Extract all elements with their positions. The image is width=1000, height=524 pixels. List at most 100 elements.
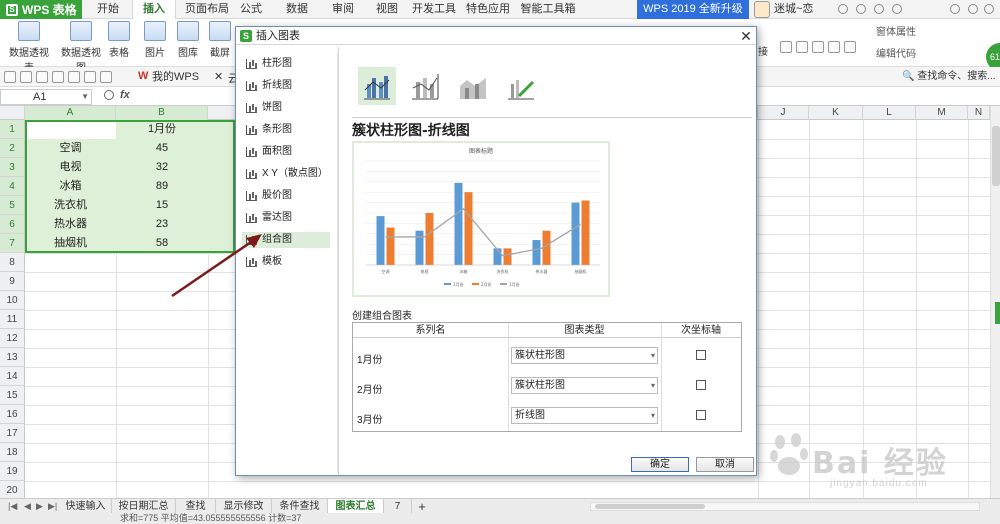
cell-name[interactable]: 洗衣机 bbox=[25, 196, 116, 215]
close-window-icon[interactable] bbox=[984, 4, 994, 14]
last-sheet-icon[interactable]: ▶| bbox=[48, 501, 57, 512]
side-panel-handle[interactable] bbox=[995, 302, 1000, 324]
select-all-corner[interactable] bbox=[0, 106, 25, 120]
cancel-button[interactable]: 取消 bbox=[696, 457, 754, 472]
row-header[interactable]: 13 bbox=[0, 348, 25, 367]
chart-type-line[interactable]: 折线图 bbox=[242, 78, 330, 94]
cell-value[interactable]: 32 bbox=[116, 158, 208, 177]
upgrade-banner[interactable]: WPS 2019 全新升级 bbox=[637, 0, 749, 19]
column-header-j[interactable]: J bbox=[758, 106, 809, 120]
save-icon[interactable] bbox=[20, 71, 32, 83]
scroll-thumb[interactable] bbox=[595, 504, 705, 509]
redo-icon[interactable] bbox=[84, 71, 96, 83]
sheet-tab[interactable]: 查找 bbox=[176, 499, 216, 514]
menu-tab-home[interactable]: 开始 bbox=[88, 0, 128, 19]
cell-value[interactable]: 15 bbox=[116, 196, 208, 215]
cell-value[interactable]: 58 bbox=[116, 234, 208, 253]
column-header-l[interactable]: L bbox=[863, 106, 916, 120]
row-header[interactable]: 20 bbox=[0, 481, 25, 498]
variant-clustered-column-line[interactable] bbox=[358, 67, 396, 105]
print-preview-icon[interactable] bbox=[52, 71, 64, 83]
row-header[interactable]: 14 bbox=[0, 367, 25, 386]
row-header[interactable]: 4 bbox=[0, 177, 25, 196]
chevron-down-icon[interactable] bbox=[100, 71, 112, 83]
username[interactable]: 迷城~恋 bbox=[774, 0, 813, 19]
series-type-select[interactable]: 簇状柱形图 ▾ bbox=[511, 377, 658, 394]
next-sheet-icon[interactable]: ▶ bbox=[36, 501, 43, 512]
first-sheet-icon[interactable]: |◀ bbox=[8, 501, 17, 512]
menu-tab-insert[interactable]: 插入 bbox=[132, 0, 176, 20]
help-icon[interactable] bbox=[874, 4, 884, 14]
sheet-tab-active[interactable]: 图表汇总 bbox=[328, 499, 384, 514]
checkbox-control-icon[interactable] bbox=[828, 41, 840, 53]
row-header[interactable]: 7 bbox=[0, 234, 25, 253]
maximize-icon[interactable] bbox=[968, 4, 978, 14]
cell-name[interactable]: 电视 bbox=[25, 158, 116, 177]
cell-value[interactable]: 23 bbox=[116, 215, 208, 234]
undo-icon[interactable] bbox=[68, 71, 80, 83]
add-sheet-button[interactable]: + bbox=[412, 499, 432, 514]
partial-ribbon-button[interactable]: 接 bbox=[757, 43, 769, 58]
chart-type-radar[interactable]: 雷达图 bbox=[242, 210, 330, 226]
form-properties-button[interactable]: 窗体属性 bbox=[876, 23, 916, 38]
prev-sheet-icon[interactable]: ◀ bbox=[24, 501, 31, 512]
menu-tab-features[interactable]: 特色应用 bbox=[464, 0, 512, 19]
horizontal-scrollbar[interactable] bbox=[590, 502, 980, 511]
row-header[interactable]: 1 bbox=[0, 120, 25, 139]
column-header-m[interactable]: M bbox=[916, 106, 968, 120]
row-header[interactable]: 6 bbox=[0, 215, 25, 234]
gallery-button[interactable]: 图库 bbox=[174, 21, 202, 59]
menu-tab-page-layout[interactable]: 页面布局 bbox=[180, 0, 234, 19]
row-header[interactable]: 5 bbox=[0, 196, 25, 215]
chart-type-area[interactable]: 面积图 bbox=[242, 144, 330, 160]
series-type-select[interactable]: 簇状柱形图 ▾ bbox=[511, 347, 658, 364]
chart-type-column[interactable]: 柱形图 bbox=[242, 56, 330, 72]
fx-icon[interactable]: fx bbox=[120, 89, 130, 101]
column-header-n[interactable]: N bbox=[968, 106, 990, 120]
chart-type-combo[interactable]: 组合图 bbox=[242, 232, 330, 248]
menu-tab-view[interactable]: 视图 bbox=[372, 0, 402, 19]
close-icon[interactable]: ✕ bbox=[738, 28, 754, 44]
sheet-tab[interactable]: 按日期汇总 bbox=[112, 499, 176, 514]
variant-column-line-secondary[interactable] bbox=[406, 67, 444, 105]
secondary-axis-checkbox[interactable] bbox=[696, 410, 706, 420]
row-header[interactable]: 19 bbox=[0, 462, 25, 481]
sheet-tab[interactable]: 条件查找 bbox=[272, 499, 328, 514]
scroll-thumb[interactable] bbox=[992, 126, 1000, 186]
chart-type-pie[interactable]: 饼图 bbox=[242, 100, 330, 116]
series-type-select[interactable]: 折线图 ▾ bbox=[511, 407, 658, 424]
menu-tab-review[interactable]: 审阅 bbox=[328, 0, 358, 19]
row-header[interactable]: 3 bbox=[0, 158, 25, 177]
column-header-b[interactable]: B bbox=[116, 106, 208, 120]
sheet-tab[interactable]: 7 bbox=[384, 499, 412, 514]
cell-value[interactable]: 89 bbox=[116, 177, 208, 196]
column-header-k[interactable]: K bbox=[809, 106, 863, 120]
variant-stacked-area-column[interactable] bbox=[454, 67, 492, 105]
skin-icon[interactable] bbox=[838, 4, 848, 14]
row-header[interactable]: 9 bbox=[0, 272, 25, 291]
cell-name[interactable]: 冰箱 bbox=[25, 177, 116, 196]
row-header[interactable]: 11 bbox=[0, 310, 25, 329]
control-icon-1[interactable] bbox=[780, 41, 792, 53]
menu-tab-data[interactable]: 数据 bbox=[282, 0, 312, 19]
chart-type-stock[interactable]: 股价图 bbox=[242, 188, 330, 204]
control-icon-2[interactable] bbox=[796, 41, 808, 53]
secondary-axis-checkbox[interactable] bbox=[696, 350, 706, 360]
chart-type-bar[interactable]: 条形图 bbox=[242, 122, 330, 138]
cell-name[interactable]: 空调 bbox=[25, 139, 116, 158]
secondary-axis-checkbox[interactable] bbox=[696, 380, 706, 390]
menu-icon[interactable] bbox=[892, 4, 902, 14]
dialog-title-bar[interactable]: S 插入图表 ✕ bbox=[236, 27, 756, 45]
picture-button[interactable]: 图片 bbox=[142, 21, 168, 59]
zoom-icon[interactable] bbox=[104, 90, 114, 100]
cell-name[interactable]: 热水器 bbox=[25, 215, 116, 234]
avatar[interactable] bbox=[754, 1, 770, 18]
row-header[interactable]: 12 bbox=[0, 329, 25, 348]
chart-type-template[interactable]: 模板 bbox=[242, 254, 330, 270]
open-icon[interactable] bbox=[4, 71, 16, 83]
print-icon[interactable] bbox=[36, 71, 48, 83]
control-icon-3[interactable] bbox=[812, 41, 824, 53]
menu-tab-smart-tools[interactable]: 智能工具箱 bbox=[518, 0, 578, 19]
cell-a1[interactable] bbox=[27, 122, 116, 139]
row-header[interactable]: 10 bbox=[0, 291, 25, 310]
